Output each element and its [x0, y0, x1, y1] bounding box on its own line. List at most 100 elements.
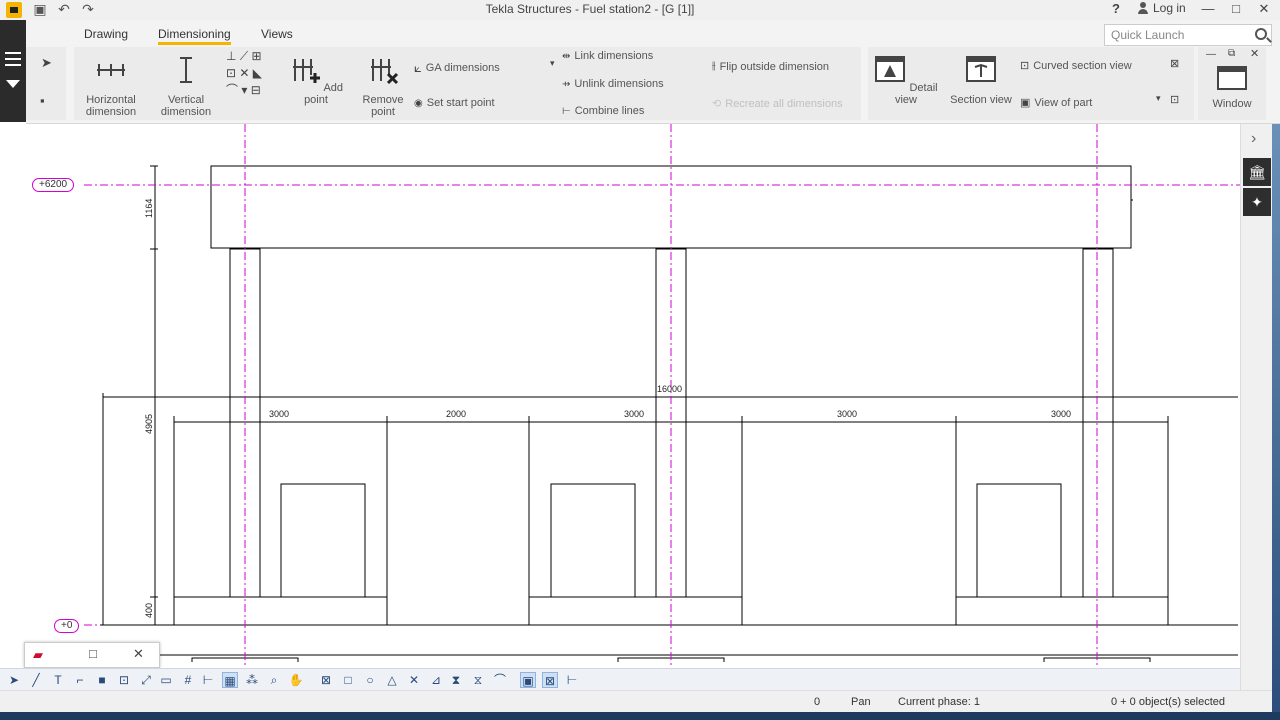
- view-options-icon[interactable]: ⊠: [1170, 57, 1179, 70]
- vertical-dimension-button[interactable]: Vertical dimension: [156, 55, 216, 118]
- leader-icon[interactable]: ⌐: [72, 672, 88, 688]
- dimension-1[interactable]: 3000: [269, 409, 289, 419]
- dimension-beam-height[interactable]: 1164: [144, 199, 154, 218]
- ga-dimensions-icon: ⟀: [414, 60, 422, 75]
- vertical-dimension-icon: [180, 57, 192, 83]
- mini-restore-icon[interactable]: □: [89, 646, 97, 661]
- snap-intersection-icon[interactable]: ✕: [406, 672, 422, 688]
- dimension-5[interactable]: 3000: [1051, 409, 1071, 419]
- section-view-label: Section view: [950, 94, 1012, 106]
- search-icon[interactable]: [1255, 28, 1267, 40]
- dimension-mid-height[interactable]: 4905: [144, 414, 154, 434]
- properties-icon[interactable]: ▪: [40, 93, 45, 108]
- mdi-restore-icon[interactable]: ⧉: [1228, 48, 1235, 59]
- mdi-close-icon[interactable]: ✕: [1250, 47, 1259, 60]
- combine-lines-button[interactable]: ⊢ Combine lines: [562, 105, 644, 117]
- pit-right: [955, 421, 1169, 597]
- drawing-canvas[interactable]: +6200 +0 16000 3000 2000 3000 3000 3000 …: [26, 124, 1240, 690]
- dropdown-arrow-icon[interactable]: ▾: [550, 58, 555, 69]
- select-icon[interactable]: ➤: [6, 672, 22, 688]
- select-arrow-icon[interactable]: ➤: [41, 55, 52, 71]
- snap-circle-icon[interactable]: ○: [362, 672, 378, 688]
- view-of-part-button[interactable]: ▣ View of part: [1020, 96, 1092, 110]
- dimension-base-height[interactable]: 400: [144, 603, 154, 618]
- area-select-icon[interactable]: ▭: [158, 672, 174, 688]
- remove-point-button[interactable]: Remove point: [354, 55, 412, 118]
- snap-rectangle-icon[interactable]: □: [340, 672, 356, 688]
- recreate-all-dimensions-button[interactable]: ⟲ Recreate all dimensions: [712, 97, 843, 111]
- ga-dimensions-button[interactable]: ⟀ GA dimensions: [414, 60, 500, 76]
- symbol-icon[interactable]: ⊡: [116, 672, 132, 688]
- quick-launch-input[interactable]: Quick Launch: [1104, 24, 1272, 46]
- snap-perpendicular-icon[interactable]: ⊿: [428, 672, 444, 688]
- vertical-dimension-label: Vertical dimension: [160, 94, 212, 118]
- app-mini-icon: ▰: [33, 647, 43, 662]
- pick-icon[interactable]: ⤢: [138, 672, 154, 688]
- text-icon[interactable]: T: [50, 672, 66, 688]
- set-start-point-button[interactable]: ◉ Set start point: [414, 97, 495, 109]
- dimension-4[interactable]: 3000: [837, 409, 857, 419]
- tab-views[interactable]: Views: [261, 27, 293, 41]
- snap-object-icon[interactable]: ▣: [520, 672, 536, 688]
- status-phase[interactable]: Current phase: 1: [898, 696, 980, 708]
- line-icon[interactable]: ╱: [28, 672, 44, 688]
- login-button[interactable]: Log in: [1137, 1, 1186, 15]
- level-tag-bottom[interactable]: +0: [54, 619, 80, 633]
- mini-close-icon[interactable]: ✕: [133, 646, 144, 662]
- link-dimensions-label: Link dimensions: [574, 50, 654, 62]
- detail-view-button[interactable]: Detail view: [874, 55, 938, 106]
- more-views-dropdown-icon[interactable]: ▾: [1156, 93, 1161, 104]
- restore-button[interactable]: □: [1226, 0, 1246, 18]
- link-dimensions-button[interactable]: ⇹ Link dimensions: [562, 50, 653, 62]
- login-label: Log in: [1153, 1, 1186, 15]
- snap-points-icon[interactable]: ⁂: [244, 672, 260, 688]
- unlink-dimensions-icon: ⇸: [562, 78, 571, 90]
- flip-outside-dimension-button[interactable]: ⫲ Flip outside dimension: [712, 60, 829, 73]
- close-button[interactable]: ✕: [1254, 0, 1274, 18]
- zoom-icon[interactable]: ⌕: [266, 672, 282, 688]
- section-view-button[interactable]: Section view: [948, 55, 1014, 106]
- dimension-2[interactable]: 2000: [446, 409, 466, 419]
- selection-panel: ➤ ▪: [26, 47, 66, 120]
- dimensioning-panel: Horizontal dimension Vertical dimension …: [74, 47, 861, 120]
- applications-icon[interactable]: ✦: [1243, 188, 1271, 216]
- pan-icon[interactable]: ✋: [288, 672, 304, 688]
- snap-triangle-icon[interactable]: △: [384, 672, 400, 688]
- snap-free-icon[interactable]: ⌒: [492, 672, 508, 688]
- add-point-label: Add point: [304, 82, 344, 106]
- section-view-icon: [966, 56, 996, 82]
- mdi-minimize-icon[interactable]: —: [1206, 49, 1216, 60]
- chevron-right-icon[interactable]: ›: [1251, 130, 1256, 148]
- view-settings-icon[interactable]: ⊡: [1170, 93, 1179, 106]
- snap-grid-icon[interactable]: ▦: [222, 672, 238, 688]
- tab-dimensioning[interactable]: Dimensioning: [158, 27, 231, 45]
- snap-override-icon[interactable]: ⊠: [542, 672, 558, 688]
- tab-drawing[interactable]: Drawing: [84, 27, 128, 41]
- help-button[interactable]: ?: [1112, 1, 1120, 16]
- floating-toolbar-window[interactable]: ▰ □ ✕: [24, 642, 160, 668]
- add-point-button[interactable]: Add point: [286, 55, 346, 106]
- fill-square-icon[interactable]: ■: [94, 672, 110, 688]
- horizontal-dimension-button[interactable]: Horizontal dimension: [80, 55, 142, 118]
- dimension-icon[interactable]: ⊢: [200, 672, 216, 688]
- chevron-down-icon[interactable]: [6, 80, 20, 88]
- link-dimensions-icon: ⇹: [562, 50, 571, 62]
- os-taskbar: [0, 712, 1280, 720]
- catalog-icon[interactable]: 🏛: [1243, 158, 1271, 186]
- curved-section-view-button[interactable]: ⊡ Curved section view: [1020, 59, 1132, 73]
- level-tag-top[interactable]: +6200: [32, 178, 75, 192]
- dimension-overall[interactable]: 16000: [657, 384, 682, 394]
- snap-line-icon[interactable]: ⧗: [448, 672, 464, 688]
- minimize-button[interactable]: —: [1198, 0, 1218, 18]
- dimension-type-icons[interactable]: ⊥ ⟋ ⊞ ⊡ ✕ ◣ ⌒ ▾ ⊟: [226, 48, 286, 99]
- hamburger-menu-icon[interactable]: [5, 52, 21, 66]
- measure-icon[interactable]: ⊢: [564, 672, 580, 688]
- snap-edge-icon[interactable]: ⧖: [470, 672, 486, 688]
- recreate-all-dimensions-label: Recreate all dimensions: [725, 97, 843, 110]
- dimension-3[interactable]: 3000: [624, 409, 644, 419]
- window-icon: [1217, 66, 1247, 90]
- snap-cross-icon[interactable]: ⊠: [318, 672, 334, 688]
- unlink-dimensions-button[interactable]: ⇸ Unlink dimensions: [562, 78, 664, 90]
- grid-icon[interactable]: #: [180, 672, 196, 688]
- window-button[interactable]: Window: [1202, 63, 1262, 110]
